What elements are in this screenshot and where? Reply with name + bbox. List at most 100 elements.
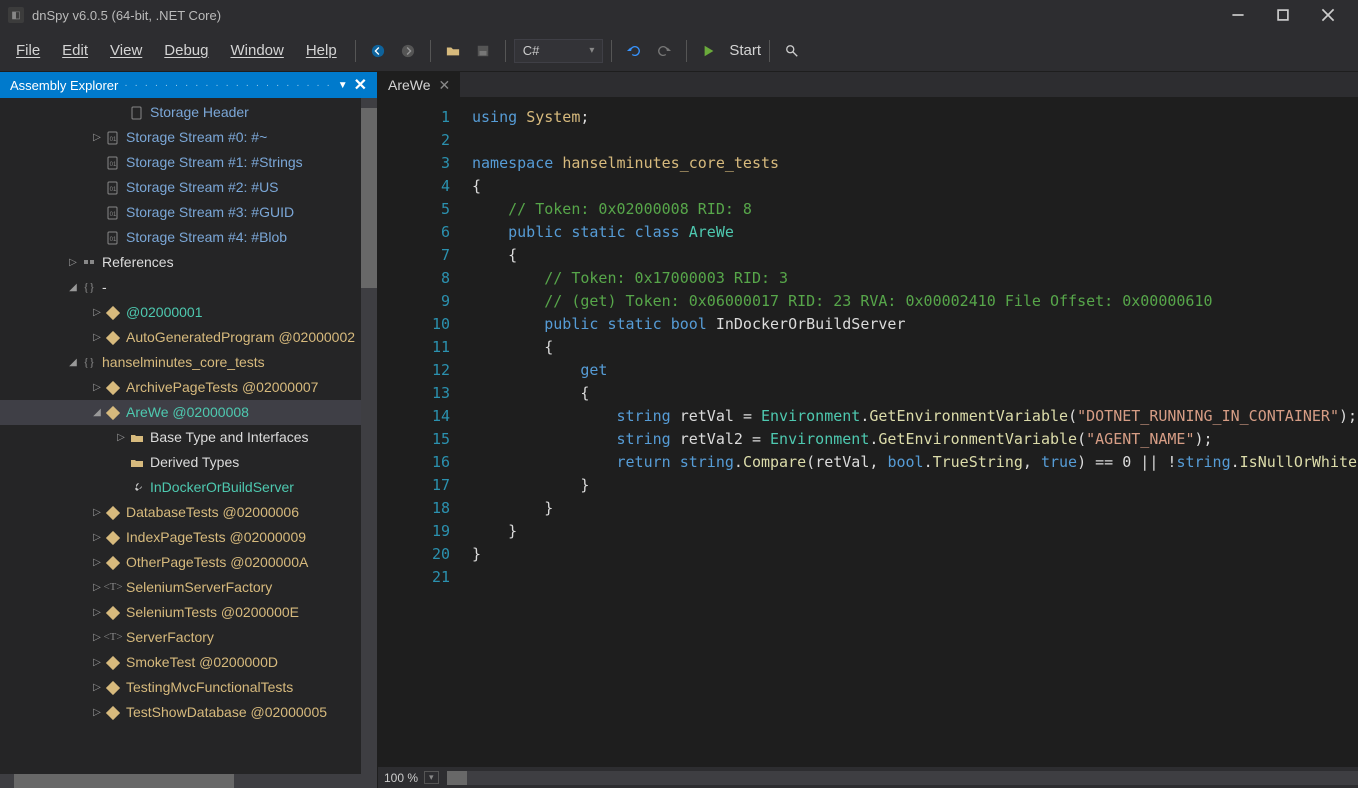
assembly-tree[interactable]: ▷Storage Header▷01Storage Stream #0: #~▷… xyxy=(0,98,377,725)
file01-icon: 01 xyxy=(105,230,121,246)
tree-item[interactable]: ▷<T>ServerFactory xyxy=(0,625,377,650)
horizontal-scrollbar[interactable] xyxy=(447,771,1358,785)
menu-help[interactable]: Help xyxy=(296,38,347,63)
tree-item[interactable]: ▷01Storage Stream #2: #US xyxy=(0,175,377,200)
chevron-down-icon[interactable]: ▼ xyxy=(338,80,348,91)
app-icon: ◧ xyxy=(8,7,24,23)
tree-item[interactable]: ▷ TestingMvcFunctionalTests xyxy=(0,675,377,700)
tree-item-label: Storage Stream #0: #~ xyxy=(126,125,267,150)
panel-title: Assembly Explorer xyxy=(10,78,118,93)
tree-item[interactable]: ▷SmokeTest @0200000D xyxy=(0,650,377,675)
tree-item-label: Storage Stream #4: #Blob xyxy=(126,225,287,250)
tree-item-label: ArchivePageTests @02000007 xyxy=(126,375,318,400)
save-button[interactable] xyxy=(469,37,497,65)
tree-item[interactable]: ▷AutoGeneratedProgram @02000002 xyxy=(0,325,377,350)
separator xyxy=(505,40,506,62)
file01-icon: 01 xyxy=(105,205,121,221)
menu-view[interactable]: View xyxy=(100,38,152,63)
svg-text:01: 01 xyxy=(110,137,117,143)
wrench-icon xyxy=(129,480,145,496)
tree-item[interactable]: ▷ IndexPageTests @02000009 xyxy=(0,525,377,550)
code-editor[interactable]: using System; namespace hanselminutes_co… xyxy=(468,98,1358,766)
tree-toggle-icon[interactable]: ▷ xyxy=(92,550,102,575)
tree-item-label: AreWe @02000008 xyxy=(126,400,249,425)
tree-item[interactable]: ▷DatabaseTests @02000006 xyxy=(0,500,377,525)
tree-item[interactable]: ▷01Storage Stream #1: #Strings xyxy=(0,150,377,175)
tree-toggle-icon[interactable]: ▷ xyxy=(92,700,102,725)
tree-item[interactable]: ▷TestShowDatabase @02000005 xyxy=(0,700,377,725)
panel-close-button[interactable]: ✕ xyxy=(354,75,367,95)
tree-toggle-icon[interactable]: ▷ xyxy=(116,100,126,125)
tree-toggle-icon[interactable]: ▷ xyxy=(92,125,102,150)
tree-toggle-icon[interactable]: ▷ xyxy=(92,200,102,225)
tree-toggle-icon[interactable]: ▷ xyxy=(92,225,102,250)
redo-button[interactable] xyxy=(650,37,678,65)
class-icon xyxy=(105,705,121,721)
horizontal-scrollbar[interactable] xyxy=(0,774,377,788)
tree-toggle-icon[interactable]: ▷ xyxy=(92,150,102,175)
minimize-button[interactable] xyxy=(1215,0,1260,30)
undo-button[interactable] xyxy=(620,37,648,65)
tree-item[interactable]: ▷Derived Types xyxy=(0,450,377,475)
tree-item[interactable]: ▷Storage Header xyxy=(0,100,377,125)
tree-toggle-icon[interactable]: ▷ xyxy=(92,325,102,350)
tree-item[interactable]: ▷01Storage Stream #3: #GUID xyxy=(0,200,377,225)
tree-item[interactable]: ▷OtherPageTests @0200000A xyxy=(0,550,377,575)
tree-item[interactable]: ▷SeleniumTests @0200000E xyxy=(0,600,377,625)
tree-toggle-icon[interactable]: ▷ xyxy=(92,650,102,675)
tree-item[interactable]: ▷Base Type and Interfaces xyxy=(0,425,377,450)
tree-item[interactable]: ▷InDockerOrBuildServer xyxy=(0,475,377,500)
chevron-down-icon: ▾ xyxy=(589,45,594,56)
panel-header[interactable]: Assembly Explorer · · · · · · · · · · · … xyxy=(0,72,377,98)
tree-toggle-icon[interactable]: ▷ xyxy=(92,500,102,525)
tree-item[interactable]: ◢ AreWe @02000008 xyxy=(0,400,377,425)
tree-item[interactable]: ▷ 01 Storage Stream #0: #~ xyxy=(0,125,377,150)
menu-file[interactable]: File xyxy=(6,38,50,63)
language-selector[interactable]: C# ▾ xyxy=(514,39,604,63)
file-icon xyxy=(129,105,145,121)
maximize-button[interactable] xyxy=(1260,0,1305,30)
tree-item[interactable]: ◢{}- xyxy=(0,275,377,300)
zoom-value: 100 % xyxy=(384,771,418,785)
tree-toggle-icon[interactable]: ▷ xyxy=(92,625,102,650)
tree-toggle-icon[interactable]: ▷ xyxy=(116,475,126,500)
tree-toggle-icon[interactable]: ◢ xyxy=(68,350,78,375)
tree-item[interactable]: ▷01 Storage Stream #4: #Blob xyxy=(0,225,377,250)
tab-close-button[interactable]: ✕ xyxy=(439,77,451,94)
menu-edit[interactable]: Edit xyxy=(52,38,98,63)
tree-toggle-icon[interactable]: ◢ xyxy=(92,400,102,425)
tree-toggle-icon[interactable]: ▷ xyxy=(92,300,102,325)
open-folder-button[interactable] xyxy=(439,37,467,65)
search-button[interactable] xyxy=(778,37,806,65)
tree-item-label: TestingMvcFunctionalTests xyxy=(126,675,293,700)
vertical-scrollbar[interactable] xyxy=(361,98,377,774)
menu-debug[interactable]: Debug xyxy=(154,38,218,63)
start-button[interactable] xyxy=(695,37,723,65)
class-icon xyxy=(105,530,121,546)
tree-item[interactable]: ▷<T>SeleniumServerFactory xyxy=(0,575,377,600)
tree-toggle-icon[interactable]: ▷ xyxy=(116,450,126,475)
tree-toggle-icon[interactable]: ▷ xyxy=(92,575,102,600)
nav-forward-button[interactable] xyxy=(394,37,422,65)
tree-toggle-icon[interactable]: ▷ xyxy=(92,375,102,400)
tree-toggle-icon[interactable]: ▷ xyxy=(92,175,102,200)
close-button[interactable] xyxy=(1305,0,1350,30)
tree-item-label: IndexPageTests @02000009 xyxy=(126,525,306,550)
tree-toggle-icon[interactable]: ◢ xyxy=(68,275,78,300)
tree-toggle-icon[interactable]: ▷ xyxy=(92,675,102,700)
nav-back-button[interactable] xyxy=(364,37,392,65)
menu-window[interactable]: Window xyxy=(220,38,293,63)
zoom-control[interactable]: 100 % ▾ xyxy=(384,771,439,785)
tree-toggle-icon[interactable]: ▷ xyxy=(116,425,126,450)
class-icon xyxy=(105,305,121,321)
tree-toggle-icon[interactable]: ▷ xyxy=(68,250,78,275)
tree-toggle-icon[interactable]: ▷ xyxy=(92,525,102,550)
file-tab-arewe[interactable]: AreWe ✕ xyxy=(378,72,460,97)
tree-item[interactable]: ▷ ArchivePageTests @02000007 xyxy=(0,375,377,400)
tree-item[interactable]: ◢{}hanselminutes_core_tests xyxy=(0,350,377,375)
tree-item[interactable]: ▷ References xyxy=(0,250,377,275)
tree-item[interactable]: ▷ @02000001 xyxy=(0,300,377,325)
tree-toggle-icon[interactable]: ▷ xyxy=(92,600,102,625)
tree-item-label: References xyxy=(102,250,174,275)
editor-pane: AreWe ✕ 12345678910111213141516171819202… xyxy=(378,72,1358,788)
